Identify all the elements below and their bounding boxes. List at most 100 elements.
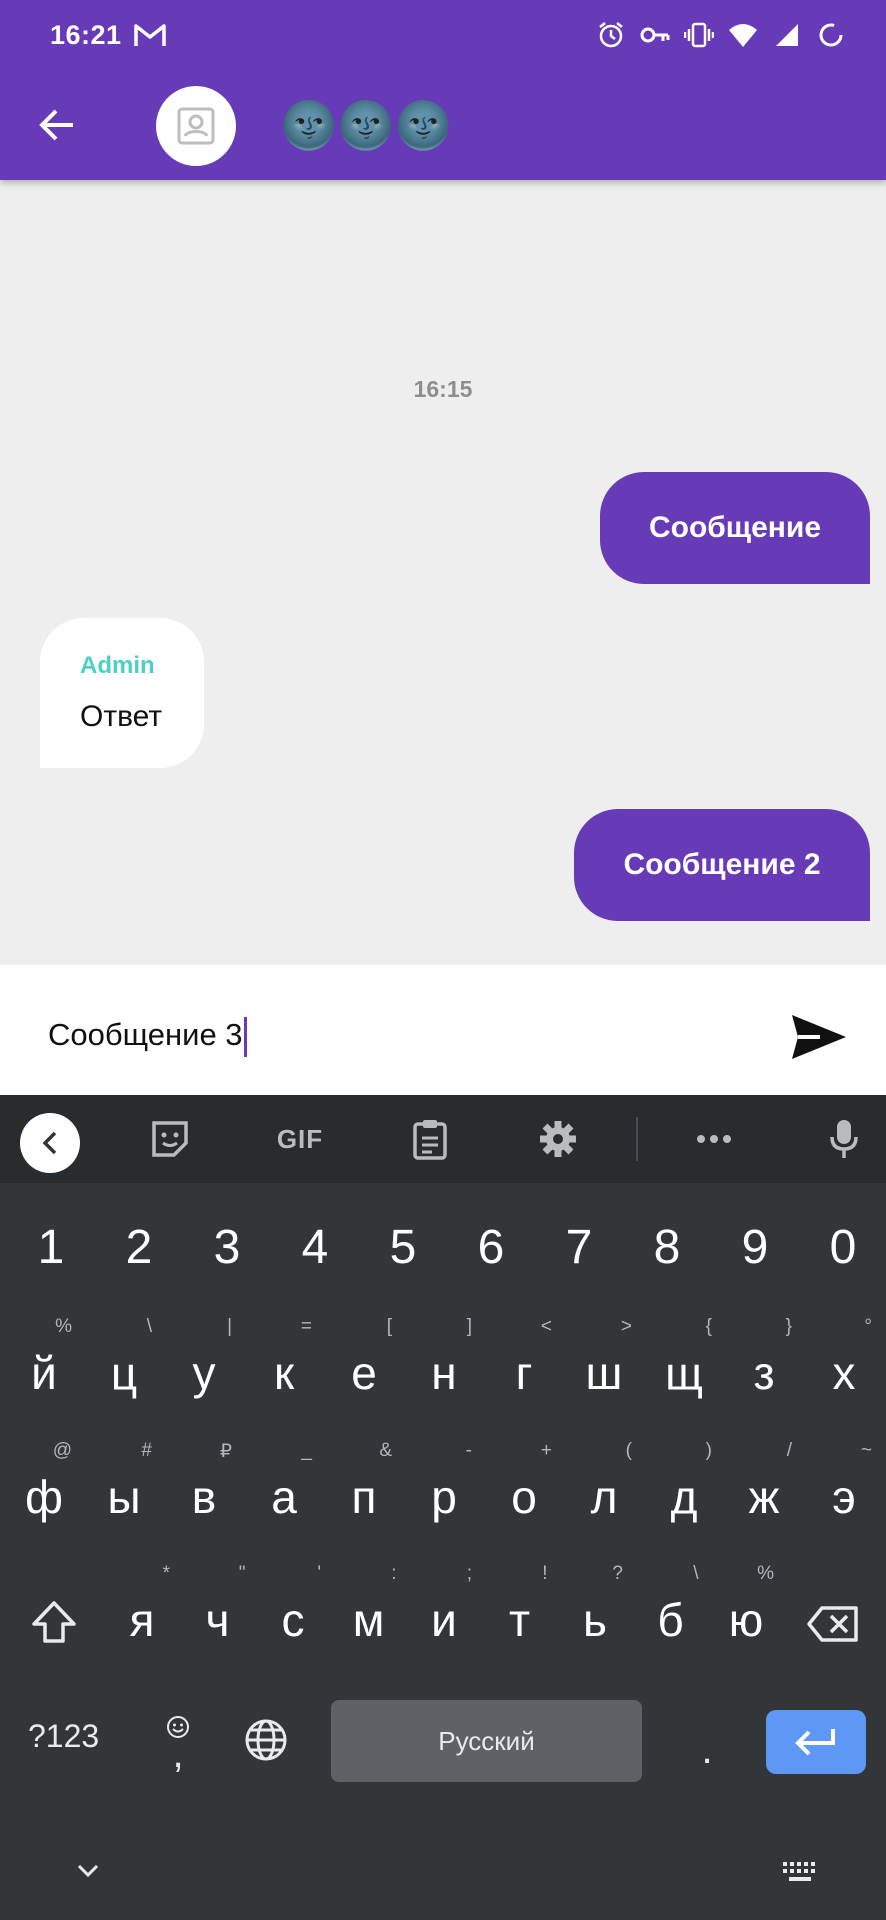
key-б[interactable]: \ б <box>631 1563 711 1663</box>
send-button[interactable] <box>790 1013 848 1061</box>
key-р[interactable]: -р <box>404 1440 484 1540</box>
message-list[interactable]: 16:15 Сообщение Admin Ответ Сообщение 2 <box>0 180 886 965</box>
key-и[interactable]: ; и <box>404 1563 484 1663</box>
number-row: 1 2 3 4 5 6 7 8 9 0 <box>0 1201 886 1301</box>
letter-row-1: % й \ ц | у = к[е] н < г > ш{щ} з ° х <box>0 1316 886 1416</box>
backspace-key[interactable] <box>800 1594 866 1654</box>
key-label: р <box>431 1471 457 1523</box>
key-я[interactable]: * я <box>102 1563 182 1663</box>
keyboard-switch-button[interactable] <box>780 1858 820 1886</box>
key-м[interactable]: :м <box>329 1563 409 1663</box>
sticker-button[interactable] <box>146 1115 194 1163</box>
gif-button[interactable]: GIF <box>274 1115 326 1163</box>
key-1[interactable]: 1 <box>11 1201 91 1301</box>
key-0[interactable]: 0 <box>803 1201 883 1301</box>
space-key[interactable]: Русский <box>331 1700 642 1782</box>
key-hint: ₽ <box>219 1441 232 1462</box>
key-2[interactable]: 2 <box>99 1201 179 1301</box>
more-button[interactable] <box>690 1115 738 1163</box>
key-о[interactable]: + о <box>484 1440 564 1540</box>
key-л[interactable]: (л <box>564 1440 644 1540</box>
more-horiz-icon <box>697 1135 731 1143</box>
key-hint: | <box>227 1316 232 1337</box>
avatar[interactable] <box>156 86 236 166</box>
key-label: 0 <box>829 1221 857 1274</box>
key-hint: < <box>540 1316 552 1337</box>
hide-keyboard-button[interactable] <box>70 1856 106 1886</box>
key-к[interactable]: = к <box>244 1316 324 1416</box>
enter-key[interactable] <box>766 1710 866 1774</box>
outgoing-message[interactable]: Сообщение <box>600 472 870 584</box>
key-label: 1 <box>37 1221 65 1274</box>
key-д[interactable]: ) д <box>644 1440 724 1540</box>
key-а[interactable]: _ а <box>244 1440 324 1540</box>
key-ч[interactable]: " ч <box>178 1563 258 1663</box>
key-label: ш <box>585 1347 623 1399</box>
key-ц[interactable]: \ ц <box>84 1316 164 1416</box>
contact-photo-icon <box>177 107 215 145</box>
key-label: в <box>191 1471 217 1523</box>
key-э[interactable]: ~ э <box>804 1440 884 1540</box>
key-ы[interactable]: # ы <box>84 1440 164 1540</box>
settings-button[interactable] <box>534 1115 582 1163</box>
key-hint: ( <box>625 1440 632 1461</box>
voice-input-button[interactable] <box>820 1115 868 1163</box>
key-5[interactable]: 5 <box>363 1201 443 1301</box>
key-ь[interactable]: ? ь <box>555 1563 635 1663</box>
key-г[interactable]: < г <box>484 1316 564 1416</box>
message-input[interactable]: Сообщение 3 <box>48 1017 247 1057</box>
gmail-icon <box>134 22 166 53</box>
key-label: 4 <box>301 1221 329 1274</box>
key-hint: \ <box>693 1563 699 1584</box>
shift-key[interactable] <box>22 1590 86 1654</box>
key-8[interactable]: 8 <box>627 1201 707 1301</box>
key-hint: } <box>785 1316 792 1337</box>
key-label: ы <box>107 1471 141 1523</box>
key-т[interactable]: ! т <box>480 1563 560 1663</box>
key-щ[interactable]: {щ <box>644 1316 724 1416</box>
key-label: щ <box>665 1347 703 1399</box>
key-hint: ] <box>466 1316 472 1337</box>
key-ф[interactable]: @ ф <box>4 1440 84 1540</box>
key-4[interactable]: 4 <box>275 1201 355 1301</box>
key-label: ц <box>110 1347 138 1399</box>
key-ю[interactable]: % ю <box>706 1563 786 1663</box>
comma-emoji-key[interactable]: , <box>158 1700 198 1784</box>
key-ж[interactable]: / ж <box>724 1440 804 1540</box>
key-label: к <box>273 1347 295 1399</box>
key-label: е <box>351 1347 377 1399</box>
clipboard-button[interactable] <box>406 1115 454 1163</box>
key-hint: ' <box>317 1563 321 1584</box>
key-у[interactable]: | у <box>164 1316 244 1416</box>
period-label: . <box>701 1727 713 1772</box>
key-hint: ° <box>864 1316 872 1337</box>
key-п[interactable]: & п <box>324 1440 404 1540</box>
letter-row-3: * я " ч ' с: м; и! т? ь \ б% ю <box>0 1563 886 1663</box>
key-9[interactable]: 9 <box>715 1201 795 1301</box>
outgoing-message[interactable]: Сообщение 2 <box>574 809 870 921</box>
key-х[interactable]: ° х <box>804 1316 884 1416</box>
toolbar-collapse-button[interactable] <box>20 1113 80 1173</box>
status-time: 16:21 <box>50 20 122 50</box>
key-label: с <box>281 1594 305 1646</box>
key-3[interactable]: 3 <box>187 1201 267 1301</box>
key-6[interactable]: 6 <box>451 1201 531 1301</box>
back-button[interactable] <box>30 98 84 152</box>
language-key[interactable] <box>240 1714 292 1766</box>
key-з[interactable]: } з <box>724 1316 804 1416</box>
key-с[interactable]: ' с <box>253 1563 333 1663</box>
key-7[interactable]: 7 <box>539 1201 619 1301</box>
incoming-message[interactable]: Admin Ответ <box>40 618 205 768</box>
key-hint: ? <box>612 1563 623 1584</box>
period-key[interactable]: . <box>692 1727 722 1772</box>
key-в[interactable]: ₽ в <box>164 1440 244 1540</box>
key-hint: % <box>757 1563 774 1584</box>
enter-icon <box>795 1729 835 1756</box>
key-label: я <box>129 1594 155 1646</box>
symbols-key[interactable]: ?123 <box>28 1718 99 1755</box>
key-ш[interactable]: > ш <box>564 1316 644 1416</box>
key-е[interactable]: [е <box>324 1316 404 1416</box>
key-н[interactable]: ] н <box>404 1316 484 1416</box>
key-hint: ) <box>705 1440 712 1461</box>
key-й[interactable]: % й <box>4 1316 84 1416</box>
